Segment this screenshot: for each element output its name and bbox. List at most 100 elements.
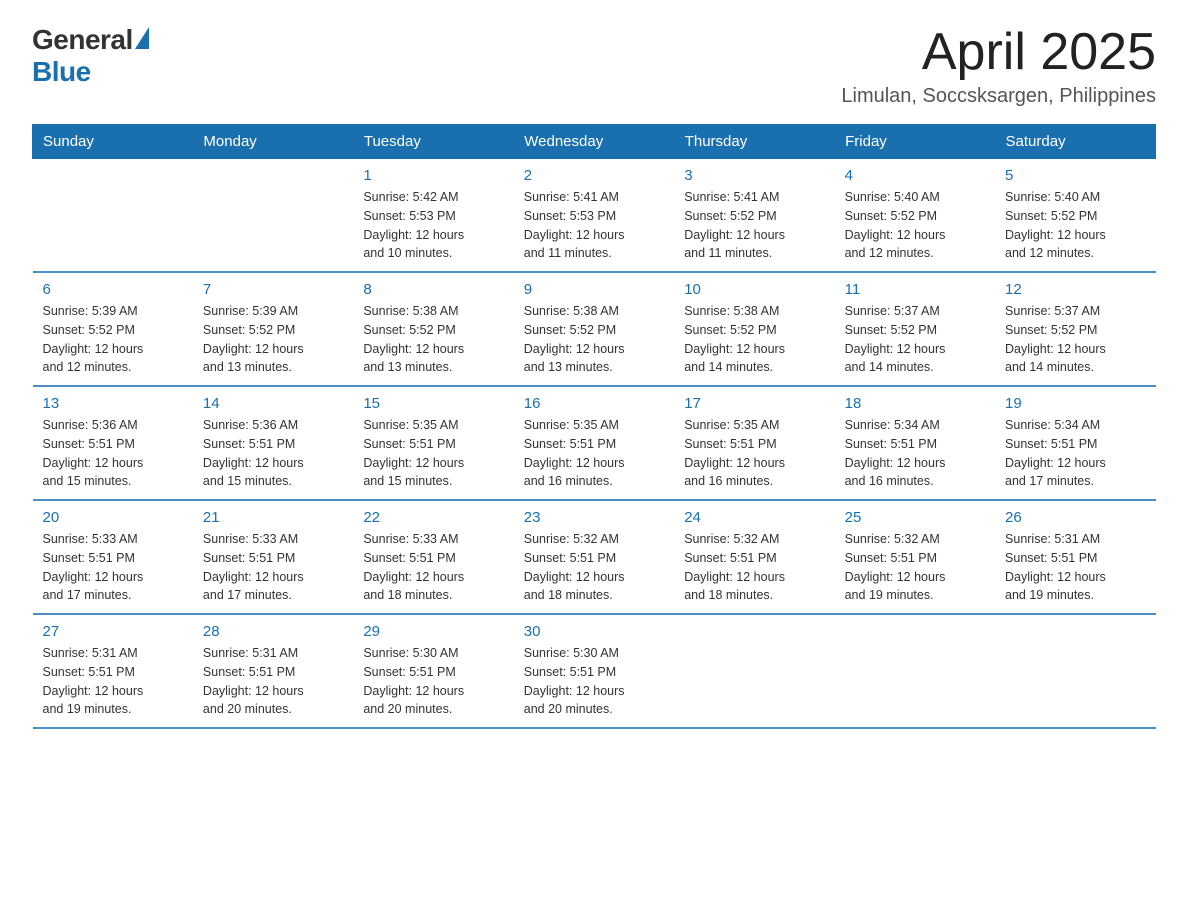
day-number: 2: [524, 167, 664, 184]
day-number: 26: [1005, 509, 1145, 526]
week-row-4: 20Sunrise: 5:33 AMSunset: 5:51 PMDayligh…: [33, 500, 1156, 614]
week-row-2: 6 Sunrise: 5:39 AMSunset: 5:52 PMDaylight…: [33, 272, 1156, 386]
weekday-header-saturday: Saturday: [995, 125, 1155, 159]
day-number: 8: [363, 281, 503, 298]
day-number: 1: [363, 167, 503, 184]
day-number: 19: [1005, 395, 1145, 412]
day-info: Sunrise: 5:38 AMSunset: 5:52 PMDaylight:…: [524, 302, 664, 377]
calendar-cell: 5Sunrise: 5:40 AMSunset: 5:52 PMDaylight…: [995, 159, 1155, 273]
day-number: 9: [524, 281, 664, 298]
calendar-cell: 25 Sunrise: 5:32 AMSunset: 5:51 PMDayligh…: [835, 500, 995, 614]
day-info: Sunrise: 5:39 AMSunset: 5:52 PMDaylight:…: [203, 302, 343, 377]
day-number: 30: [524, 623, 664, 640]
day-number: 11: [845, 281, 985, 298]
day-number: 14: [203, 395, 343, 412]
day-info: Sunrise: 5:30 AMSunset: 5:51 PMDaylight:…: [363, 644, 503, 719]
calendar-cell: 15Sunrise: 5:35 AMSunset: 5:51 PMDayligh…: [353, 386, 513, 500]
day-info: Sunrise: 5:30 AMSunset: 5:51 PMDaylight:…: [524, 644, 664, 719]
day-number: 27: [43, 623, 183, 640]
day-info: Sunrise: 5:39 AMSunset: 5:52 PMDaylight:…: [43, 302, 183, 377]
calendar-cell: 13 Sunrise: 5:36 AMSunset: 5:51 PMDayligh…: [33, 386, 193, 500]
day-number: 28: [203, 623, 343, 640]
calendar-cell: 18 Sunrise: 5:34 AMSunset: 5:51 PMDayligh…: [835, 386, 995, 500]
day-info: Sunrise: 5:42 AMSunset: 5:53 PMDaylight:…: [363, 188, 503, 263]
day-info: Sunrise: 5:32 AMSunset: 5:51 PMDaylight:…: [524, 530, 664, 605]
day-info: Sunrise: 5:32 AMSunset: 5:51 PMDaylight:…: [684, 530, 824, 605]
weekday-header-wednesday: Wednesday: [514, 125, 674, 159]
calendar-cell: 11 Sunrise: 5:37 AMSunset: 5:52 PMDayligh…: [835, 272, 995, 386]
page-header: General Blue April 2025 Limulan, Soccsks…: [32, 24, 1156, 108]
calendar-cell: [193, 159, 353, 273]
day-info: Sunrise: 5:34 AMSunset: 5:51 PMDaylight:…: [845, 416, 985, 491]
calendar-cell: 29Sunrise: 5:30 AMSunset: 5:51 PMDayligh…: [353, 614, 513, 728]
calendar-cell: 16 Sunrise: 5:35 AMSunset: 5:51 PMDayligh…: [514, 386, 674, 500]
day-info: Sunrise: 5:34 AMSunset: 5:51 PMDaylight:…: [1005, 416, 1145, 491]
logo-general: General: [32, 24, 133, 56]
calendar-cell: 10 Sunrise: 5:38 AMSunset: 5:52 PMDayligh…: [674, 272, 834, 386]
day-info: Sunrise: 5:40 AMSunset: 5:52 PMDaylight:…: [845, 188, 985, 263]
weekday-header-row: SundayMondayTuesdayWednesdayThursdayFrid…: [33, 125, 1156, 159]
logo: General Blue: [32, 24, 149, 88]
weekday-header-thursday: Thursday: [674, 125, 834, 159]
day-number: 23: [524, 509, 664, 526]
day-info: Sunrise: 5:33 AMSunset: 5:51 PMDaylight:…: [363, 530, 503, 605]
calendar-cell: 9 Sunrise: 5:38 AMSunset: 5:52 PMDaylight…: [514, 272, 674, 386]
day-info: Sunrise: 5:38 AMSunset: 5:52 PMDaylight:…: [684, 302, 824, 377]
day-info: Sunrise: 5:37 AMSunset: 5:52 PMDaylight:…: [1005, 302, 1145, 377]
calendar-title: April 2025: [841, 24, 1156, 81]
day-number: 25: [845, 509, 985, 526]
calendar-cell: [33, 159, 193, 273]
logo-triangle-icon: [135, 27, 149, 49]
day-number: 4: [845, 167, 985, 184]
calendar-cell: 14 Sunrise: 5:36 AMSunset: 5:51 PMDayligh…: [193, 386, 353, 500]
day-number: 18: [845, 395, 985, 412]
calendar-cell: 1 Sunrise: 5:42 AMSunset: 5:53 PMDaylight…: [353, 159, 513, 273]
calendar-cell: 8 Sunrise: 5:38 AMSunset: 5:52 PMDaylight…: [353, 272, 513, 386]
day-info: Sunrise: 5:31 AMSunset: 5:51 PMDaylight:…: [203, 644, 343, 719]
weekday-header-sunday: Sunday: [33, 125, 193, 159]
day-number: 10: [684, 281, 824, 298]
day-info: Sunrise: 5:32 AMSunset: 5:51 PMDaylight:…: [845, 530, 985, 605]
calendar-cell: 22Sunrise: 5:33 AMSunset: 5:51 PMDayligh…: [353, 500, 513, 614]
day-number: 16: [524, 395, 664, 412]
calendar-cell: 23 Sunrise: 5:32 AMSunset: 5:51 PMDayligh…: [514, 500, 674, 614]
calendar-cell: [835, 614, 995, 728]
calendar-cell: 17 Sunrise: 5:35 AMSunset: 5:51 PMDayligh…: [674, 386, 834, 500]
day-info: Sunrise: 5:35 AMSunset: 5:51 PMDaylight:…: [363, 416, 503, 491]
day-number: 21: [203, 509, 343, 526]
calendar-subtitle: Limulan, Soccsksargen, Philippines: [841, 85, 1156, 108]
calendar-cell: 6 Sunrise: 5:39 AMSunset: 5:52 PMDaylight…: [33, 272, 193, 386]
day-info: Sunrise: 5:35 AMSunset: 5:51 PMDaylight:…: [684, 416, 824, 491]
day-number: 7: [203, 281, 343, 298]
day-number: 24: [684, 509, 824, 526]
logo-blue: Blue: [32, 56, 149, 88]
calendar-cell: 2Sunrise: 5:41 AMSunset: 5:53 PMDaylight…: [514, 159, 674, 273]
calendar-table: SundayMondayTuesdayWednesdayThursdayFrid…: [32, 124, 1156, 729]
day-info: Sunrise: 5:36 AMSunset: 5:51 PMDaylight:…: [203, 416, 343, 491]
week-row-3: 13 Sunrise: 5:36 AMSunset: 5:51 PMDayligh…: [33, 386, 1156, 500]
day-info: Sunrise: 5:31 AMSunset: 5:51 PMDaylight:…: [1005, 530, 1145, 605]
calendar-cell: 12 Sunrise: 5:37 AMSunset: 5:52 PMDayligh…: [995, 272, 1155, 386]
calendar-cell: 3 Sunrise: 5:41 AMSunset: 5:52 PMDaylight…: [674, 159, 834, 273]
day-number: 12: [1005, 281, 1145, 298]
day-number: 3: [684, 167, 824, 184]
day-number: 17: [684, 395, 824, 412]
day-number: 6: [43, 281, 183, 298]
day-info: Sunrise: 5:37 AMSunset: 5:52 PMDaylight:…: [845, 302, 985, 377]
day-number: 5: [1005, 167, 1145, 184]
week-row-1: 1 Sunrise: 5:42 AMSunset: 5:53 PMDaylight…: [33, 159, 1156, 273]
calendar-cell: 21 Sunrise: 5:33 AMSunset: 5:51 PMDayligh…: [193, 500, 353, 614]
day-number: 13: [43, 395, 183, 412]
day-info: Sunrise: 5:33 AMSunset: 5:51 PMDaylight:…: [203, 530, 343, 605]
calendar-cell: 27Sunrise: 5:31 AMSunset: 5:51 PMDayligh…: [33, 614, 193, 728]
day-info: Sunrise: 5:41 AMSunset: 5:52 PMDaylight:…: [684, 188, 824, 263]
weekday-header-friday: Friday: [835, 125, 995, 159]
week-row-5: 27 Sunrise: 5:31 AMSunset: 5:51 PMDayligh…: [33, 614, 1156, 728]
day-info: Sunrise: 5:35 AMSunset: 5:51 PMDaylight:…: [524, 416, 664, 491]
day-info: Sunrise: 5:38 AMSunset: 5:52 PMDaylight:…: [363, 302, 503, 377]
weekday-header-tuesday: Tuesday: [353, 125, 513, 159]
calendar-cell: [674, 614, 834, 728]
day-info: Sunrise: 5:36 AMSunset: 5:51 PMDaylight:…: [43, 416, 183, 491]
calendar-cell: 19 Sunrise: 5:34 AMSunset: 5:51 PMDayligh…: [995, 386, 1155, 500]
title-block: April 2025 Limulan, Soccsksargen, Philip…: [841, 24, 1156, 108]
